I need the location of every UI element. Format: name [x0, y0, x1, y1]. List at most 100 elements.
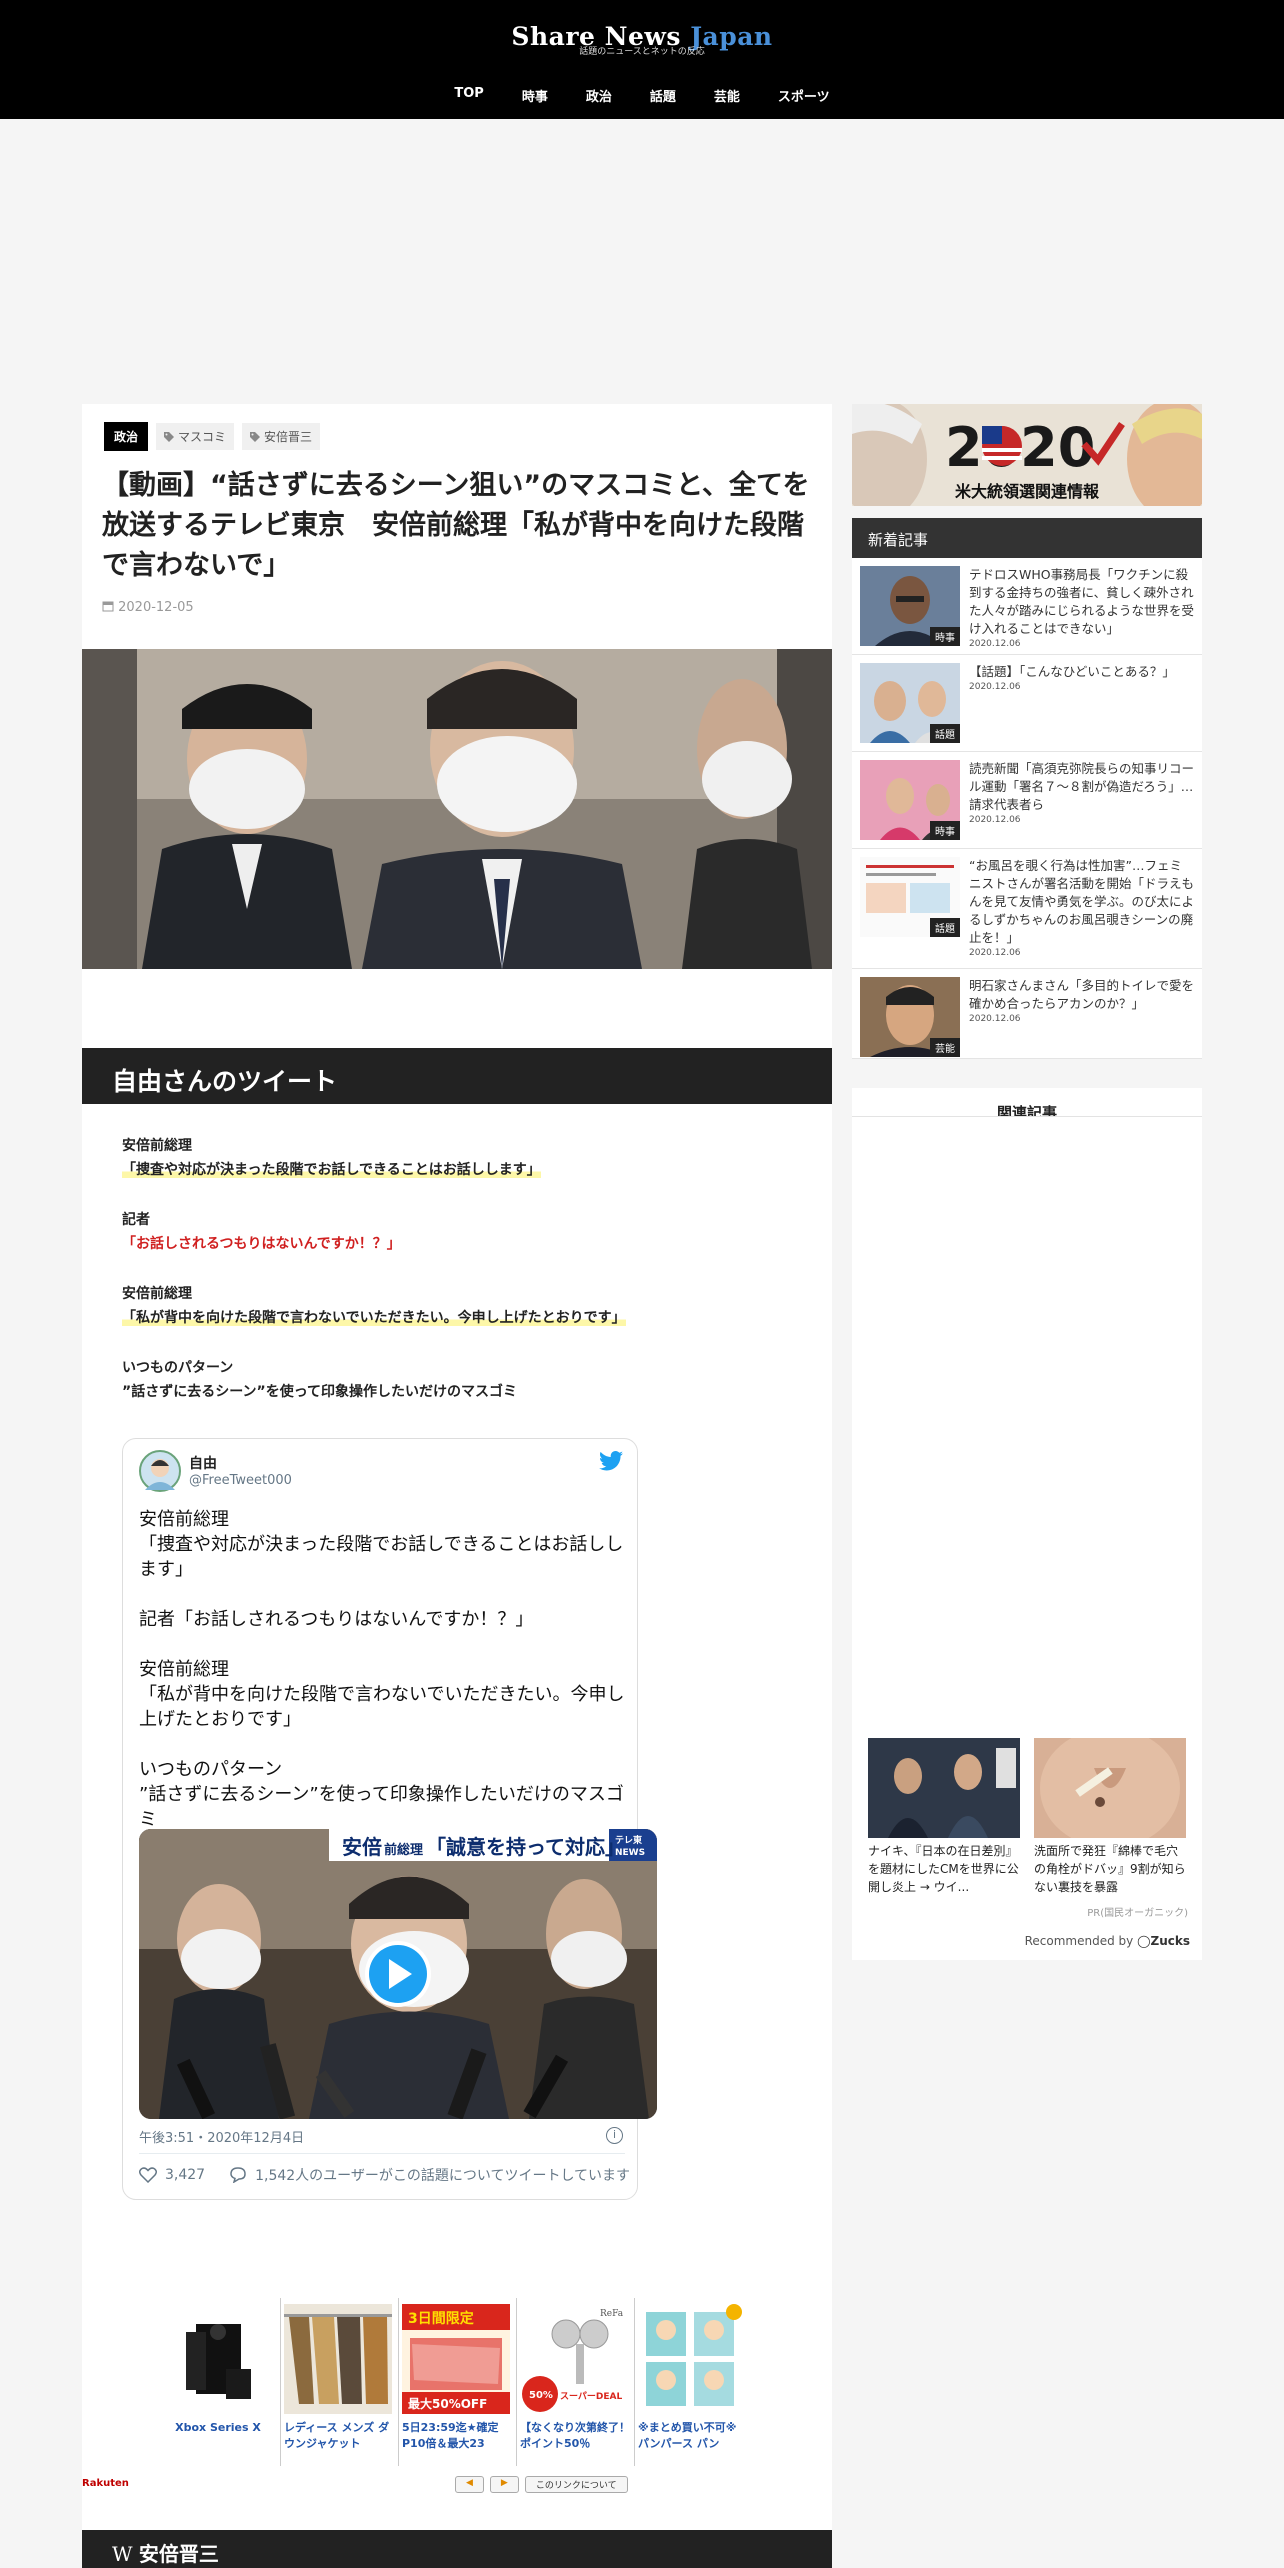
- article-link[interactable]: 明石家さんまさん「多目的トイレで愛を確かめ合ったらアカンのか？」 2020.12.…: [969, 977, 1194, 1025]
- list-item[interactable]: 時事 読売新聞「高須克弥院長らの知事リコール運動「署名７～８割が偽造だろう」…請…: [852, 752, 1202, 849]
- ad-label[interactable]: Xbox Series X: [162, 2420, 274, 2436]
- zucks-icon: ◯: [1137, 1934, 1151, 1948]
- nav-jiji[interactable]: 時事: [503, 86, 567, 105]
- quote-text: ”話さずに去るシーン”を使って印象操作したいだけのマスゴミ: [122, 1384, 518, 1400]
- article-thumbnail[interactable]: 時事: [860, 760, 960, 840]
- nav-wadai[interactable]: 話題: [631, 86, 695, 105]
- ad-image[interactable]: [162, 2304, 270, 2414]
- ad-divider: [634, 2298, 635, 2466]
- article-link[interactable]: 読売新聞「高須克弥院長らの知事リコール運動「署名７～８割が偽造だろう」…請求代表…: [969, 760, 1194, 826]
- quote-block: 安倍前総理 「捜査や対応が決まった段階でお話しできることはお話しします」: [122, 1134, 802, 1182]
- info-icon[interactable]: i: [606, 2127, 623, 2144]
- tweet-timestamp[interactable]: 午後3:51・2020年12月4日: [139, 2127, 304, 2146]
- quote-block: 記者 「お話しされるつもりはないんですか！？」: [122, 1208, 802, 1256]
- tag-masukomi[interactable]: マスコミ: [156, 423, 235, 450]
- tweet-text: 安倍前総理 「捜査や対応が決まった段階でお話しできることはお話しします」 記者「…: [139, 1509, 625, 1830]
- tweet-author-handle[interactable]: @FreeTweet000: [189, 1473, 292, 1488]
- related-heading: 関連記事: [996, 1104, 1057, 1116]
- site-tagline: 話題のニュースとネットの反応: [579, 47, 705, 57]
- list-item[interactable]: 芸能 明石家さんまさん「多目的トイレで愛を確かめ合ったらアカンのか？」 2020.…: [852, 969, 1202, 1059]
- footer-heading: W 安倍晋三: [82, 2530, 832, 2568]
- ad-label[interactable]: 5日23:59迄★確定P10倍＆最大23: [402, 2420, 514, 2452]
- article-thumbnail[interactable]: 話題: [860, 857, 960, 937]
- article-thumbnail[interactable]: 時事: [860, 566, 960, 646]
- ad-image[interactable]: [638, 2304, 746, 2414]
- category-label: 芸能: [930, 1038, 960, 1057]
- ad-item[interactable]: レディース メンズ ダウンジャケット: [284, 2304, 396, 2452]
- reply-text: 1,542人のユーザーがこの話題についてツイートしています: [255, 2168, 631, 2184]
- ad-item[interactable]: 3日間限定 最大50%OFF 5日23:59迄★確定P10倍＆最大23: [402, 2304, 514, 2452]
- ad-item[interactable]: ※まとめ買い不可※パンパース パン: [638, 2304, 742, 2452]
- list-item[interactable]: 時事 テドロスWHO事務局長「ワクチンに殺到する金持ちの強者に、貧しく疎外された…: [852, 558, 1202, 655]
- list-item[interactable]: 話題 “お風呂を覗く行為は性加害”…フェミニストさんが署名活動を開始「ドラえもん…: [852, 849, 1202, 969]
- article-thumbnail[interactable]: 話題: [860, 663, 960, 743]
- heart-icon: [139, 2167, 157, 2183]
- ad-prev-button[interactable]: ◀: [455, 2476, 484, 2493]
- recommend-image[interactable]: [868, 1738, 1020, 1838]
- category-badge[interactable]: 政治: [104, 422, 149, 451]
- category-label: 時事: [930, 821, 960, 840]
- article-link[interactable]: テドロスWHO事務局長「ワクチンに殺到する金持ちの強者に、貧しく疎外された人々が…: [969, 566, 1194, 650]
- pr-label[interactable]: PR(国民オーガニック): [852, 1904, 1188, 1919]
- reply-button[interactable]: 1,542人のユーザーがこの話題についてツイートしています: [229, 2165, 630, 2185]
- nav-seiji[interactable]: 政治: [567, 86, 631, 105]
- list-item[interactable]: 話題 【話題】「こんなひどいことある？」 2020.12.06: [852, 655, 1202, 752]
- election-banner[interactable]: 2020 米大統領選関連情報: [852, 404, 1202, 506]
- article-thumbnail[interactable]: 芸能: [860, 977, 960, 1057]
- quote-list: 安倍前総理 「捜査や対応が決まった段階でお話しできることはお話しします」 記者 …: [122, 1134, 802, 1430]
- ad-image[interactable]: [284, 2304, 392, 2414]
- main-nav: TOP 時事 政治 話題 芸能 スポーツ: [0, 86, 1284, 105]
- tweet-actions: 3,427 1,542人のユーザーがこの話題についてツイートしています: [139, 2165, 630, 2185]
- tag-icon: [250, 431, 261, 442]
- like-count: 3,427: [165, 2167, 206, 2183]
- ad-image[interactable]: 50% スーパーDEAL ReFa: [520, 2304, 628, 2414]
- category-label: 時事: [930, 627, 960, 646]
- tweet-author-name[interactable]: 自由: [189, 1453, 217, 1473]
- tweet-embed[interactable]: 自由 @FreeTweet000 安倍前総理 「捜査や対応が決まった段階でお話し…: [122, 1438, 657, 2200]
- video-caption-mid: 前総理: [384, 1842, 423, 1858]
- article: 政治 マスコミ 安倍晋三 【動画】“話さずに去るシーン狙い”のマスコミと、全てを…: [82, 404, 832, 2568]
- ad-image-text: 50%: [529, 2390, 553, 2401]
- recommended-by[interactable]: Recommended by ◯Zucks: [852, 1934, 1190, 1948]
- new-articles-heading: 新着記事: [852, 518, 1202, 558]
- quote-speaker: 安倍前総理: [122, 1138, 192, 1154]
- recommend-image[interactable]: [1034, 1738, 1186, 1838]
- wikipedia-icon: W: [112, 2542, 139, 2566]
- nav-geino[interactable]: 芸能: [695, 86, 759, 105]
- ad-image[interactable]: 3日間限定 最大50%OFF: [402, 2304, 510, 2414]
- article-link[interactable]: 【話題】「こんなひどいことある？」 2020.12.06: [969, 663, 1194, 693]
- ad-label[interactable]: レディース メンズ ダウンジャケット: [284, 2420, 396, 2452]
- ad-image-text: 3日間限定: [408, 2310, 474, 2327]
- hero-image: [82, 649, 832, 969]
- ad-next-button[interactable]: ▶: [489, 2476, 519, 2493]
- ad-label[interactable]: 【なくなり次第終了！ポイント50％: [520, 2420, 632, 2452]
- tweet-video[interactable]: 安倍 前総理 「誠意を持って対応」 テレ東 NEWS: [139, 1829, 657, 2119]
- recommend-item[interactable]: ナイキ、『日本の在日差別』を題材にしたCMを世界に公開し炎上 → ウイ...: [868, 1738, 1020, 1896]
- ad-item[interactable]: Xbox Series X: [162, 2304, 274, 2436]
- ad-about-link[interactable]: このリンクについて: [524, 2476, 628, 2493]
- nav-sports[interactable]: スポーツ: [759, 86, 849, 105]
- quote-text: 「私が背中を向けた段階で言わないでいただきたい。今申し上げたとおりです」: [122, 1310, 626, 1326]
- ad-item[interactable]: 50% スーパーDEAL ReFa 【なくなり次第終了！ポイント50％: [520, 2304, 632, 2452]
- quote-block: 安倍前総理 「私が背中を向けた段階で言わないでいただきたい。今申し上げたとおりで…: [122, 1282, 802, 1330]
- site-header: Share News Japan 話題のニュースとネットの反応 TOP 時事 政…: [0, 0, 1284, 119]
- ad-controls: ◀ ▶ このリンクについて: [455, 2476, 628, 2493]
- avatar[interactable]: [139, 1450, 181, 1492]
- divider: [852, 1116, 1202, 1117]
- recommend-title[interactable]: ナイキ、『日本の在日差別』を題材にしたCMを世界に公開し炎上 → ウイ...: [868, 1842, 1020, 1896]
- related-articles: 関連記事 ナイキ、『日本の在日差別』を題材にしたCMを世界に公開し炎上 → ウイ…: [852, 1088, 1202, 1960]
- quote-text: 「お話しされるつもりはないんですか！？」: [122, 1236, 401, 1252]
- ad-label[interactable]: ※まとめ買い不可※パンパース パン: [638, 2420, 738, 2452]
- new-articles-list: 時事 テドロスWHO事務局長「ワクチンに殺到する金持ちの強者に、貧しく疎外された…: [852, 558, 1202, 1059]
- tag-abe[interactable]: 安倍晋三: [242, 423, 321, 450]
- nav-top[interactable]: TOP: [435, 86, 502, 105]
- recommend-item[interactable]: 洗面所で発狂『綿棒で毛穴の角栓がドバッ』9割が知らない裏技を暴露: [1034, 1738, 1186, 1896]
- like-button[interactable]: 3,427: [139, 2167, 205, 2183]
- video-logo-1: テレ東: [615, 1834, 642, 1846]
- twitter-bird-icon[interactable]: [599, 1451, 623, 1475]
- article-link[interactable]: “お風呂を覗く行為は性加害”…フェミニストさんが署名活動を開始「ドラえもんを見て…: [969, 857, 1194, 959]
- video-logo-2: NEWS: [615, 1848, 645, 1858]
- article-tags: 政治 マスコミ 安倍晋三: [104, 422, 321, 451]
- rakuten-logo[interactable]: Rakuten: [82, 2478, 129, 2489]
- recommend-title[interactable]: 洗面所で発狂『綿棒で毛穴の角栓がドバッ』9割が知らない裏技を暴露: [1034, 1842, 1186, 1896]
